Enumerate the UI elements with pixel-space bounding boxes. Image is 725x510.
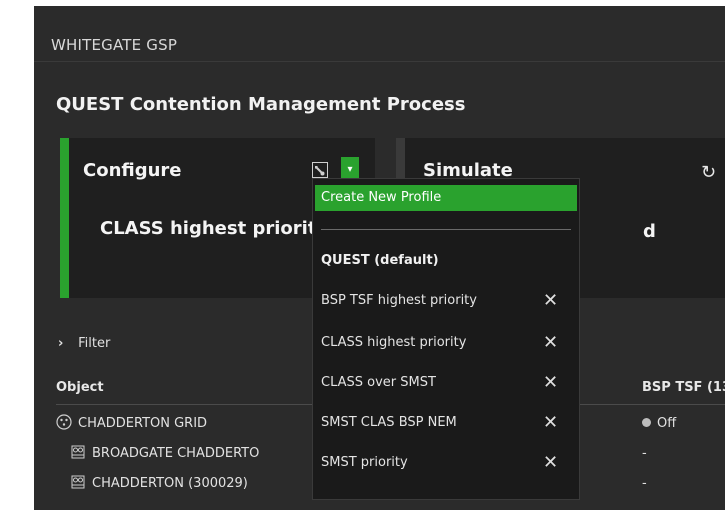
chevron-right-icon: › [58,336,64,351]
menu-item-profile[interactable]: CLASS highest priority ✕ [313,329,579,359]
close-icon[interactable]: ✕ [543,372,558,393]
simulate-status-text: d [643,221,656,242]
menu-item-label: CLASS highest priority [321,335,467,350]
menu-item-profile[interactable]: CLASS over SMST ✕ [313,369,579,399]
status-dot-icon [642,418,651,427]
menu-divider [321,229,571,230]
configure-selected-profile: CLASS highest priority [100,218,329,239]
gsp-title: WHITEGATE GSP [51,36,178,54]
close-icon[interactable]: ✕ [543,332,558,353]
row-name: CHADDERTON (300029) [92,476,248,491]
row-state-label: Off [657,416,677,431]
row-state: - [642,446,647,461]
row-state: Off [642,416,676,431]
chevron-down-icon: ▾ [347,163,353,175]
grid-icon [56,414,72,430]
menu-item-label: BSP TSF highest priority [321,293,477,308]
configure-title: Configure [83,160,182,181]
create-new-profile-item[interactable]: Create New Profile [315,185,577,211]
menu-item-label: SMST priority [321,455,408,470]
process-title: QUEST Contention Management Process [56,94,466,115]
menu-item-profile[interactable]: SMST CLAS BSP NEM ✕ [313,409,579,439]
column-object[interactable]: Object [56,380,104,395]
refresh-icon[interactable]: ↻ [701,162,716,183]
configure-accent [60,138,69,298]
close-icon[interactable]: ✕ [543,452,558,473]
header-divider [34,61,725,62]
profile-dropdown-menu: Create New Profile QUEST (default) BSP T… [312,178,580,500]
filter-toggle[interactable]: › Filter [58,336,110,351]
substation-icon [70,444,86,460]
menu-item-profile[interactable]: SMST priority ✕ [313,449,579,479]
menu-item-profile[interactable]: BSP TSF highest priority ✕ [313,287,579,317]
row-name: CHADDERTON GRID [78,416,208,431]
column-bsp-tsf[interactable]: BSP TSF (132 [642,380,725,395]
substation-icon [70,474,86,490]
menu-item-label: CLASS over SMST [321,375,436,390]
close-icon[interactable]: ✕ [543,412,558,433]
row-name: BROADGATE CHADDERTO [92,446,260,461]
wrench-icon[interactable] [312,162,328,178]
filter-label: Filter [78,336,111,351]
close-icon[interactable]: ✕ [543,290,558,311]
row-state: - [642,476,647,491]
menu-item-label: SMST CLAS BSP NEM [321,415,457,430]
menu-item-quest-default[interactable]: QUEST (default) [321,253,439,268]
